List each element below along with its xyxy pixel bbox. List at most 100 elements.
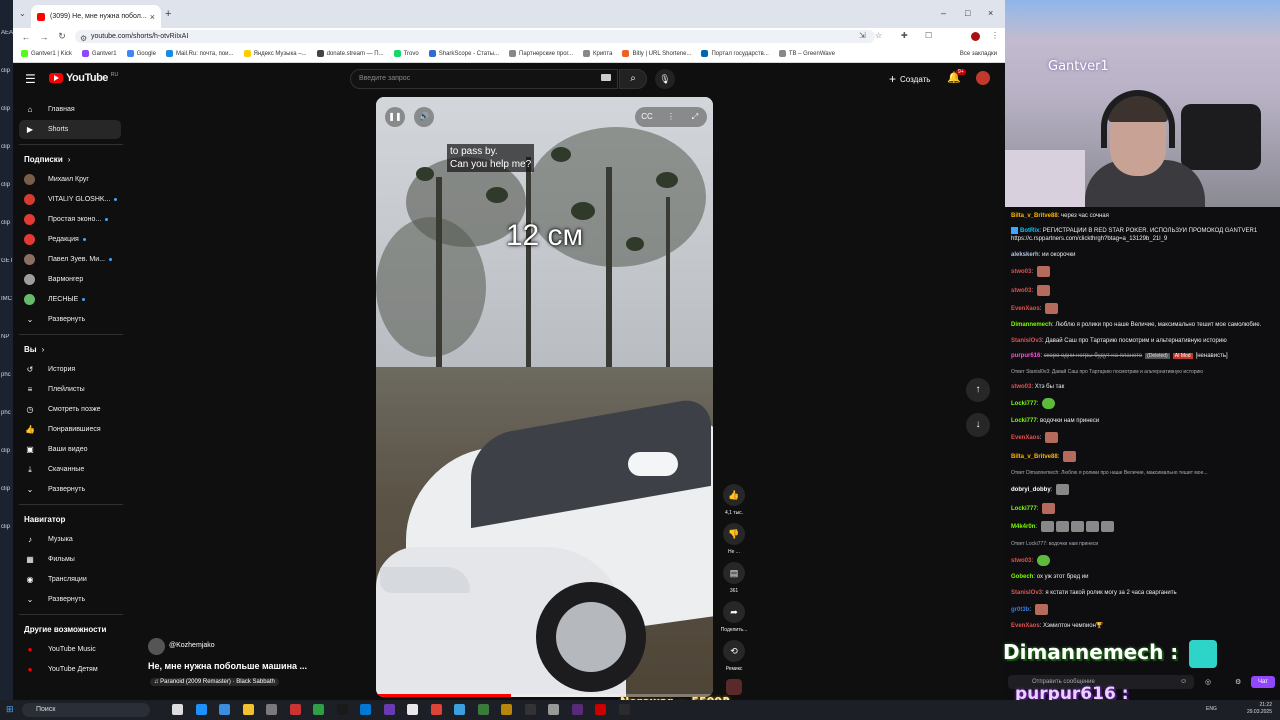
emote-picker-icon[interactable]: ☺ [1180,678,1187,685]
desktop-icon-label[interactable]: clip [1,448,13,454]
like-action[interactable]: 👍 4,1 тыс. [718,484,750,516]
sidebar-item[interactable]: ♪ Музыка [19,530,121,549]
desktop-icon-label[interactable]: clip [1,220,13,226]
reload-icon[interactable]: ↻ [57,31,67,42]
sidebar-item[interactable]: Редакция [19,230,121,249]
chat-username[interactable]: Locki777 [1011,401,1037,407]
chat-send-button[interactable]: Чат [1251,676,1275,688]
taskbar-app-icon[interactable] [407,704,418,715]
bookmarks-icon[interactable]: ☐ [925,31,932,40]
bookmark-item[interactable]: Mail.Ru: почта, пои... [165,50,234,57]
taskbar-app-icon[interactable] [595,704,606,715]
desktop-icon-label[interactable]: NP [1,334,13,340]
desktop-icon-label[interactable]: phc [1,372,13,378]
chat-username[interactable]: stwo03 [1011,288,1031,294]
taskbar-app-icon[interactable] [501,704,512,715]
chat-username[interactable]: purpur616 [1011,353,1040,359]
sidebar-item[interactable]: Простая эконо... [19,210,121,229]
sidebar-item[interactable]: Михаил Круг [19,170,121,189]
more-header[interactable]: Другие возможности [24,625,106,634]
taskbar-app-icon[interactable] [548,704,559,715]
chat-username[interactable]: StanislOv3 [1011,338,1042,344]
bookmark-item[interactable]: Bitly | URL Shortene... [622,50,691,57]
windows-start-icon[interactable]: ⊞ [6,704,14,715]
search-button[interactable]: ⌕ [619,69,647,89]
forward-icon[interactable]: → [39,32,49,42]
chat-username[interactable]: dobryi_dobby [1011,487,1051,493]
dislike-icon[interactable]: 👎 [723,523,745,545]
chat-username[interactable]: Dimannemech [1011,322,1052,328]
sidebar-item[interactable]: ⌂ Главная [19,100,121,119]
taskbar-app-icon[interactable] [454,704,465,715]
taskbar-app-icon[interactable] [336,704,348,715]
desktop-icon-label[interactable]: clip [1,68,13,74]
sidebar-item[interactable]: ⌄ Развернуть [19,590,121,609]
sound-thumbnail-image[interactable] [726,679,742,695]
back-icon[interactable]: ← [21,32,31,42]
chat-username[interactable]: Bilta_v_Britve88 [1011,454,1058,460]
chat-username[interactable]: EvenXaos [1011,623,1040,629]
sidebar-item[interactable]: ▶ Shorts [19,120,121,139]
taskbar-app-icon[interactable] [242,704,254,715]
sidebar-item[interactable]: ЛЕСНЫЕ [19,290,121,309]
bookmark-item[interactable]: Крипта [583,50,612,57]
fullscreen-icon[interactable]: ⤢ [685,107,705,127]
sidebar-item[interactable]: ↺ История [19,360,121,379]
sidebar-item[interactable]: VITALIY GLOSHK... [19,190,121,209]
all-bookmarks[interactable]: Все закладки [960,51,997,57]
chat-username[interactable]: stwo03 [1011,558,1031,564]
taskbar-app-icon[interactable] [289,704,301,715]
taskbar-app-icon[interactable] [195,704,207,715]
taskbar-app-icon[interactable] [383,704,395,715]
channel-avatar[interactable] [148,638,165,655]
sidebar-item[interactable]: ◉ Трансляции [19,570,121,589]
taskbar-app-icon[interactable] [360,704,371,715]
channel-handle[interactable]: @Kozhemjako [169,642,215,649]
remix-action[interactable]: ⟲ Ремикс [718,640,750,672]
music-chip[interactable]: ♫ Paranoid (2009 Remaster) · Black Sabba… [150,678,279,686]
sidebar-item[interactable]: ● YouTube Music [19,640,121,659]
comments-action[interactable]: ▤ 361 [718,562,750,594]
sidebar-item[interactable]: ● YouTube Детям [19,660,121,679]
taskbar-app-icon[interactable] [313,704,324,715]
subscriptions-header[interactable]: Подписки › [24,155,70,164]
taskbar-app-icon[interactable] [618,704,630,715]
chat-username[interactable]: BotRix [1020,228,1039,234]
sidebar-item[interactable]: Вармонгер [19,270,121,289]
taskbar-search[interactable]: Поиск [22,703,150,717]
bookmark-item[interactable]: Портал государств... [701,50,769,57]
taskbar-app-icon[interactable] [219,704,230,715]
dislike-action[interactable]: 👎 Не ... [718,523,750,555]
install-icon[interactable]: ⇲ [859,31,866,40]
desktop-icon-label[interactable]: clip [1,182,13,188]
you-header[interactable]: Вы › [24,345,44,354]
bookmark-item[interactable]: donate.stream — П... [316,50,384,57]
new-tab-button[interactable]: + [165,8,171,20]
minimize-button[interactable]: – [941,8,946,18]
address-bar[interactable]: ⚙ youtube.com/shorts/h-otvRiIxAI [75,30,875,43]
account-avatar[interactable] [976,71,990,85]
sidebar-item[interactable]: ≡ Плейлисты [19,380,121,399]
chat-username[interactable]: EvenXaos [1011,306,1040,312]
taskbar-app-icon[interactable] [266,704,277,715]
sidebar-item[interactable]: ▣ Ваши видео [19,440,121,459]
sidebar-item[interactable]: ⌄ Развернуть [19,480,121,499]
keyboard-icon[interactable] [601,74,611,81]
search-input[interactable]: Введите запрос [350,69,618,89]
chat-username[interactable]: stwo03 [1011,269,1031,275]
chat-username[interactable]: gr0t3b [1011,607,1029,613]
chat-username[interactable]: Bilta_v_Britve88 [1011,213,1058,219]
hamburger-menu-icon[interactable]: ☰ [25,72,36,86]
sidebar-item[interactable]: ⌄ Развернуть [19,310,121,329]
voice-search-button[interactable]: 🎙 [655,69,675,89]
tab-search-icon[interactable]: ⌄ [19,9,26,18]
sidebar-item[interactable]: 👍 Понравившиеся [19,420,121,439]
taskbar-app-icon[interactable] [571,704,583,715]
chat-username[interactable]: StanislOv3 [1011,590,1042,596]
bookmark-item[interactable]: Партнерские прог... [509,50,573,57]
next-short-button[interactable]: ↓ [966,413,990,437]
navigator-header[interactable]: Навигатор [24,515,65,524]
share-action[interactable]: ➦ Поделить... [718,601,750,633]
bookmark-item[interactable]: Google [126,50,156,57]
chat-username[interactable]: M4k4r0n [1011,524,1035,530]
